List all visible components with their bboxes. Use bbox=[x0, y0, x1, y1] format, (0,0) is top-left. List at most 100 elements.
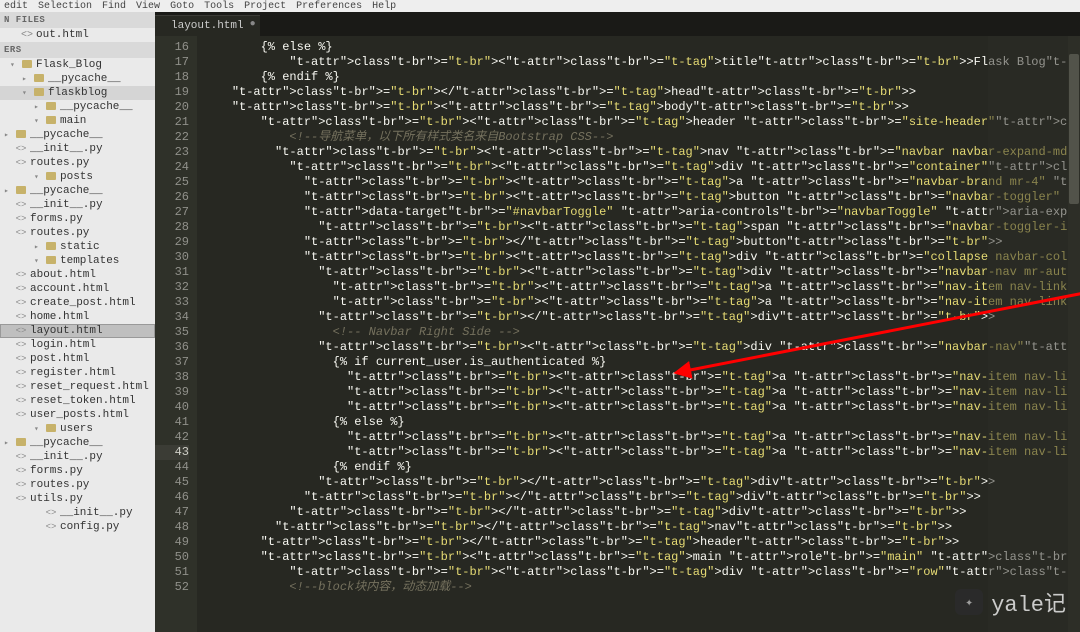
file-routes-py[interactable]: <>routes.py bbox=[0, 226, 155, 240]
code-line[interactable]: "t-attr">class"t-br">="t-br"></"t-attr">… bbox=[203, 235, 1080, 250]
code-line[interactable]: "t-attr">class"t-br">="t-br"></"t-attr">… bbox=[203, 310, 1080, 325]
file-routes-py[interactable]: <>routes.py bbox=[0, 156, 155, 170]
file-layout-html[interactable]: <>layout.html bbox=[0, 324, 155, 338]
code-line[interactable]: "t-attr">class"t-br">="t-br"><"t-attr">c… bbox=[203, 280, 1080, 295]
file--init-py[interactable]: <>__init__.py bbox=[0, 142, 155, 156]
folder--pycache-[interactable]: __pycache__ bbox=[0, 184, 155, 198]
code-line[interactable]: {% endif %} bbox=[203, 70, 1080, 85]
vertical-scrollbar[interactable] bbox=[1068, 36, 1080, 632]
code-line[interactable]: "t-attr">class"t-br">="t-br"><"t-attr">c… bbox=[203, 175, 1080, 190]
code-line[interactable]: "t-attr">data-target"t-br">="#navbarTogg… bbox=[203, 205, 1080, 220]
file-home-html[interactable]: <>home.html bbox=[0, 310, 155, 324]
code-line[interactable]: "t-attr">class"t-br">="t-br"><"t-attr">c… bbox=[203, 370, 1080, 385]
folder--pycache-[interactable]: __pycache__ bbox=[0, 436, 155, 450]
file-register-html[interactable]: <>register.html bbox=[0, 366, 155, 380]
disclosure-arrow-icon bbox=[34, 256, 44, 266]
folder-flaskblog[interactable]: flaskblog bbox=[0, 86, 155, 100]
file--init-py[interactable]: <>__init__.py bbox=[0, 506, 155, 520]
minimap[interactable] bbox=[988, 36, 1068, 632]
menu-project[interactable]: Project bbox=[244, 1, 286, 12]
file-account-html[interactable]: <>account.html bbox=[0, 282, 155, 296]
code-area[interactable]: {% else %} "t-attr">class"t-br">="t-br">… bbox=[197, 36, 1080, 632]
code-line[interactable]: "t-attr">class"t-br">="t-br"><"t-attr">c… bbox=[203, 145, 1080, 160]
code-line[interactable]: <!--导航菜单，以下所有样式类名来自Bootstrap CSS--> bbox=[203, 130, 1080, 145]
folder-templates[interactable]: templates bbox=[0, 254, 155, 268]
code-line[interactable]: "t-attr">class"t-br">="t-br"><"t-attr">c… bbox=[203, 445, 1080, 460]
code-line[interactable]: "t-attr">class"t-br">="t-br"><"t-attr">c… bbox=[203, 190, 1080, 205]
code-line[interactable]: "t-attr">class"t-br">="t-br"><"t-attr">c… bbox=[203, 565, 1080, 580]
folder-main[interactable]: main bbox=[0, 114, 155, 128]
file-routes-py[interactable]: <>routes.py bbox=[0, 478, 155, 492]
file-create-post-html[interactable]: <>create_post.html bbox=[0, 296, 155, 310]
disclosure-arrow-icon bbox=[10, 60, 20, 70]
file-post-html[interactable]: <>post.html bbox=[0, 352, 155, 366]
file-utils-py[interactable]: <>utils.py bbox=[0, 492, 155, 506]
file-login-html[interactable]: <>login.html bbox=[0, 338, 155, 352]
folder--pycache-[interactable]: __pycache__ bbox=[0, 72, 155, 86]
menu-selection[interactable]: Selection bbox=[38, 1, 92, 12]
code-line[interactable]: "t-attr">class"t-br">="t-br"><"t-attr">c… bbox=[203, 100, 1080, 115]
folder-flask-blog[interactable]: Flask_Blog bbox=[0, 58, 155, 72]
code-line[interactable]: {% if current_user.is_authenticated %} bbox=[203, 355, 1080, 370]
code-line[interactable]: "t-attr">class"t-br">="t-br"><"t-attr">c… bbox=[203, 55, 1080, 70]
menu-help[interactable]: Help bbox=[372, 1, 396, 12]
file-forms-py[interactable]: <>forms.py bbox=[0, 212, 155, 226]
file-user-posts-html[interactable]: <>user_posts.html bbox=[0, 408, 155, 422]
code-line[interactable]: <!-- Navbar Right Side --> bbox=[203, 325, 1080, 340]
code-line[interactable]: "t-attr">class"t-br">="t-br"></"t-attr">… bbox=[203, 490, 1080, 505]
menu-preferences[interactable]: Preferences bbox=[296, 1, 362, 12]
code-line[interactable]: "t-attr">class"t-br">="t-br"><"t-attr">c… bbox=[203, 550, 1080, 565]
folder-static[interactable]: static bbox=[0, 240, 155, 254]
file-icon: <> bbox=[14, 158, 28, 168]
folder--pycache-[interactable]: __pycache__ bbox=[0, 128, 155, 142]
code-line[interactable]: {% else %} bbox=[203, 40, 1080, 55]
code-line[interactable]: "t-attr">class"t-br">="t-br"></"t-attr">… bbox=[203, 475, 1080, 490]
code-line[interactable]: "t-attr">class"t-br">="t-br"><"t-attr">c… bbox=[203, 430, 1080, 445]
menu-edit[interactable]: edit bbox=[4, 1, 28, 12]
file-config-py[interactable]: <>config.py bbox=[0, 520, 155, 534]
menu-bar[interactable]: edit Selection Find View Goto Tools Project Pre… bbox=[0, 0, 1080, 12]
code-line[interactable]: "t-attr">class"t-br">="t-br"></"t-attr">… bbox=[203, 505, 1080, 520]
file-icon: <> bbox=[14, 298, 28, 308]
menu-tools[interactable]: Tools bbox=[204, 1, 234, 12]
folder-posts[interactable]: posts bbox=[0, 170, 155, 184]
file-icon: <> bbox=[14, 340, 28, 350]
tree-item-label: routes.py bbox=[30, 227, 155, 239]
folder-users[interactable]: users bbox=[0, 422, 155, 436]
code-line[interactable]: "t-attr">class"t-br">="t-br"><"t-attr">c… bbox=[203, 115, 1080, 130]
code-line[interactable]: {% else %} bbox=[203, 415, 1080, 430]
folder--pycache-[interactable]: __pycache__ bbox=[0, 100, 155, 114]
code-line[interactable]: "t-attr">class"t-br">="t-br"><"t-attr">c… bbox=[203, 400, 1080, 415]
tab-bar[interactable]: layout.html ● bbox=[155, 12, 1080, 36]
code-line[interactable]: "t-attr">class"t-br">="t-br"></"t-attr">… bbox=[203, 520, 1080, 535]
file-reset-request-html[interactable]: <>reset_request.html bbox=[0, 380, 155, 394]
code-line[interactable]: "t-attr">class"t-br">="t-br"><"t-attr">c… bbox=[203, 385, 1080, 400]
tree-item-label: __pycache__ bbox=[30, 437, 155, 449]
file-reset-token-html[interactable]: <>reset_token.html bbox=[0, 394, 155, 408]
code-line[interactable]: "t-attr">class"t-br">="t-br"></"t-attr">… bbox=[203, 85, 1080, 100]
scroll-thumb[interactable] bbox=[1069, 54, 1079, 204]
code-line[interactable]: <!--block块内容，动态加载--> bbox=[203, 580, 1080, 595]
tab-layout-html[interactable]: layout.html ● bbox=[155, 15, 260, 36]
tree-item-label: __pycache__ bbox=[30, 185, 155, 197]
code-line[interactable]: "t-attr">class"t-br">="t-br"><"t-attr">c… bbox=[203, 295, 1080, 310]
tree-item-label: forms.py bbox=[30, 213, 155, 225]
code-line[interactable]: "t-attr">class"t-br">="t-br"><"t-attr">c… bbox=[203, 160, 1080, 175]
menu-goto[interactable]: Goto bbox=[170, 1, 194, 12]
file-about-html[interactable]: <>about.html bbox=[0, 268, 155, 282]
file--init-py[interactable]: <>__init__.py bbox=[0, 198, 155, 212]
code-line[interactable]: "t-attr">class"t-br">="t-br"><"t-attr">c… bbox=[203, 250, 1080, 265]
code-line[interactable]: {% endif %} bbox=[203, 460, 1080, 475]
code-editor[interactable]: 1617181920212223242526272829303132333435… bbox=[155, 36, 1080, 632]
code-line[interactable]: "t-attr">class"t-br">="t-br"></"t-attr">… bbox=[203, 535, 1080, 550]
code-line[interactable]: "t-attr">class"t-br">="t-br"><"t-attr">c… bbox=[203, 340, 1080, 355]
file--init-py[interactable]: <>__init__.py bbox=[0, 450, 155, 464]
code-line[interactable]: "t-attr">class"t-br">="t-br"><"t-attr">c… bbox=[203, 265, 1080, 280]
file-icon: <> bbox=[14, 382, 28, 392]
file-forms-py[interactable]: <>forms.py bbox=[0, 464, 155, 478]
sidebar: N FILES <> out.html ERS Flask_Blog__pyca… bbox=[0, 12, 155, 632]
open-file-item[interactable]: <> out.html bbox=[0, 28, 155, 42]
code-line[interactable]: "t-attr">class"t-br">="t-br"><"t-attr">c… bbox=[203, 220, 1080, 235]
menu-find[interactable]: Find bbox=[102, 1, 126, 12]
menu-view[interactable]: View bbox=[136, 1, 160, 12]
